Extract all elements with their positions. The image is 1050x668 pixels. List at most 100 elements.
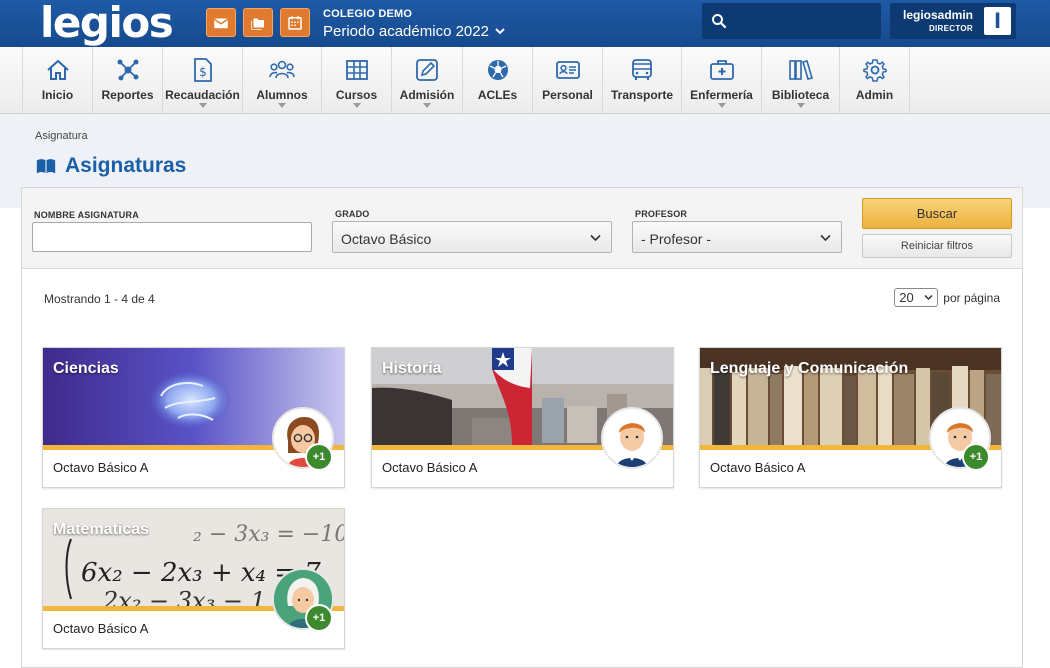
nav-label: Inicio (41, 88, 74, 102)
folder-icon (251, 18, 264, 30)
filters-bar: NOMBRE ASIGNATURA GRADO Octavo Básico PR… (22, 188, 1022, 269)
home-icon (46, 59, 69, 80)
reset-filters-button[interactable]: Reiniciar filtros (862, 234, 1012, 258)
nav-item-personal[interactable]: Personal (533, 47, 603, 113)
nav-label: ACLEs (477, 88, 518, 102)
submenu-caret-icon (198, 103, 207, 108)
svg-text:$: $ (199, 65, 207, 79)
nav-item-enfermeria[interactable]: Enfermería (682, 47, 762, 113)
subject-title: Historia (382, 360, 442, 377)
gear-icon (862, 59, 887, 82)
mail-icon (213, 18, 229, 28)
edit-icon (416, 59, 438, 81)
subject-course: Octavo Básico A (53, 621, 149, 636)
calendar-icon (288, 15, 302, 30)
nav-label: Enfermería (690, 88, 753, 102)
subject-title: Lenguaje y Comunicación (710, 360, 909, 377)
submenu-caret-icon (423, 103, 431, 108)
books-icon (788, 60, 813, 80)
user-role: DIRECTOR (928, 24, 973, 33)
extra-teachers-badge[interactable]: +1 (962, 443, 990, 471)
teacher-select[interactable]: - Profesor - (632, 221, 842, 253)
first-aid-kit-icon (709, 60, 734, 80)
id-card-icon (555, 61, 580, 79)
svg-text:₂ − 3x₃ = −10: ₂ − 3x₃ = −10 (193, 522, 344, 547)
chevron-down-icon (820, 234, 831, 242)
subject-course: Octavo Básico A (382, 460, 478, 475)
chevron-down-icon (924, 294, 933, 301)
chevron-down-icon (495, 28, 505, 35)
filter-name-label: NOMBRE ASIGNATURA (34, 210, 139, 220)
nav-item-inicio[interactable]: Inicio (23, 47, 93, 113)
svg-text:2x₂ − 3x₃ − 1: 2x₂ − 3x₃ − 1 (102, 587, 266, 606)
per-page-label: por página (943, 290, 1000, 305)
open-book-icon (36, 159, 56, 174)
subject-card[interactable]: Ciencias Octavo Básico A +1 (42, 347, 345, 488)
nav-label: Recaudación (165, 88, 240, 102)
top-bar: legios COLEGIO DEMO Periodo académico 20… (0, 0, 1050, 47)
grid-table-icon (345, 60, 368, 80)
nav-label: Reportes (101, 88, 154, 102)
nav-label: Alumnos (256, 88, 308, 102)
invoice-dollar-icon: $ (193, 58, 212, 82)
submenu-caret-icon (717, 103, 726, 108)
page-title-text: Asignaturas (65, 154, 187, 177)
mail-button[interactable] (206, 8, 236, 37)
files-button[interactable] (243, 8, 273, 37)
extra-teachers-badge[interactable]: +1 (305, 443, 333, 471)
user-name: legiosadmin (902, 8, 973, 22)
subject-card[interactable]: ₂ − 3x₃ = −10 6x₂ − 2x₃ + x₄ = 7 2x₂ − 3… (42, 508, 345, 649)
breadcrumb[interactable]: Asignatura (35, 130, 88, 142)
search-button[interactable]: Buscar (862, 198, 1012, 229)
filter-teacher-label: PROFESOR (635, 209, 688, 219)
nav-label: Admisión (399, 88, 455, 102)
users-icon (269, 60, 295, 79)
extra-teachers-badge[interactable]: +1 (305, 604, 333, 632)
nav-item-transporte[interactable]: Transporte (603, 47, 682, 113)
user-menu[interactable]: legiosadmin DIRECTOR l (890, 3, 1016, 39)
nav-item-alumnos[interactable]: Alumnos (243, 47, 322, 113)
legios-logo[interactable]: legios (40, 2, 174, 44)
school-selector[interactable]: COLEGIO DEMO Periodo académico 2022 (323, 8, 505, 40)
period-selector[interactable]: Periodo académico 2022 (323, 23, 505, 40)
per-page-select[interactable]: 20 (894, 288, 939, 307)
school-name: COLEGIO DEMO (323, 8, 413, 20)
per-page-control: 20 por página (894, 288, 1000, 307)
grade-select[interactable]: Octavo Básico (332, 221, 612, 253)
teacher-select-value: - Profesor - (641, 231, 712, 247)
nav-item-admision[interactable]: Admisión (392, 47, 463, 113)
calendar-button[interactable] (280, 8, 310, 37)
subject-title: Matematicas (53, 521, 150, 538)
nav-item-reportes[interactable]: Reportes (93, 47, 163, 113)
chevron-down-icon (590, 234, 601, 242)
submenu-caret-icon (352, 103, 361, 108)
grade-select-value: Octavo Básico (341, 231, 432, 247)
per-page-value: 20 (899, 290, 914, 305)
soccer-ball-icon (487, 60, 508, 80)
nav-item-biblioteca[interactable]: Biblioteca (762, 47, 840, 113)
subject-course: Octavo Básico A (710, 460, 806, 475)
subject-name-input[interactable] (32, 222, 312, 252)
submenu-caret-icon (796, 103, 805, 108)
subject-card[interactable]: Lenguaje y Comunicación Octavo Básico A … (699, 347, 1002, 488)
user-avatar: l (984, 7, 1011, 35)
nav-item-acles[interactable]: ACLEs (463, 47, 533, 113)
network-icon (117, 59, 138, 81)
nav-label: Personal (542, 88, 593, 102)
search-icon (712, 14, 727, 29)
page-title: Asignaturas (35, 154, 186, 178)
nav-item-recaudacion[interactable]: $ Recaudación (163, 47, 243, 113)
subject-title: Ciencias (53, 360, 119, 377)
global-search-input[interactable] (702, 3, 881, 39)
subject-card[interactable]: Historia Octavo Básico A (371, 347, 674, 488)
period-label: Periodo académico 2022 (323, 23, 489, 40)
submenu-caret-icon (278, 103, 286, 108)
nav-label: Transporte (610, 88, 673, 102)
nav-item-cursos[interactable]: Cursos (322, 47, 392, 113)
nav-label: Cursos (335, 88, 378, 102)
nav-label: Biblioteca (771, 88, 830, 102)
filter-grade-label: GRADO (335, 209, 370, 219)
teacher-man-avatar[interactable] (601, 407, 663, 469)
results-summary: Mostrando 1 - 4 de 4 (44, 292, 155, 306)
nav-item-admin[interactable]: Admin (840, 47, 910, 113)
